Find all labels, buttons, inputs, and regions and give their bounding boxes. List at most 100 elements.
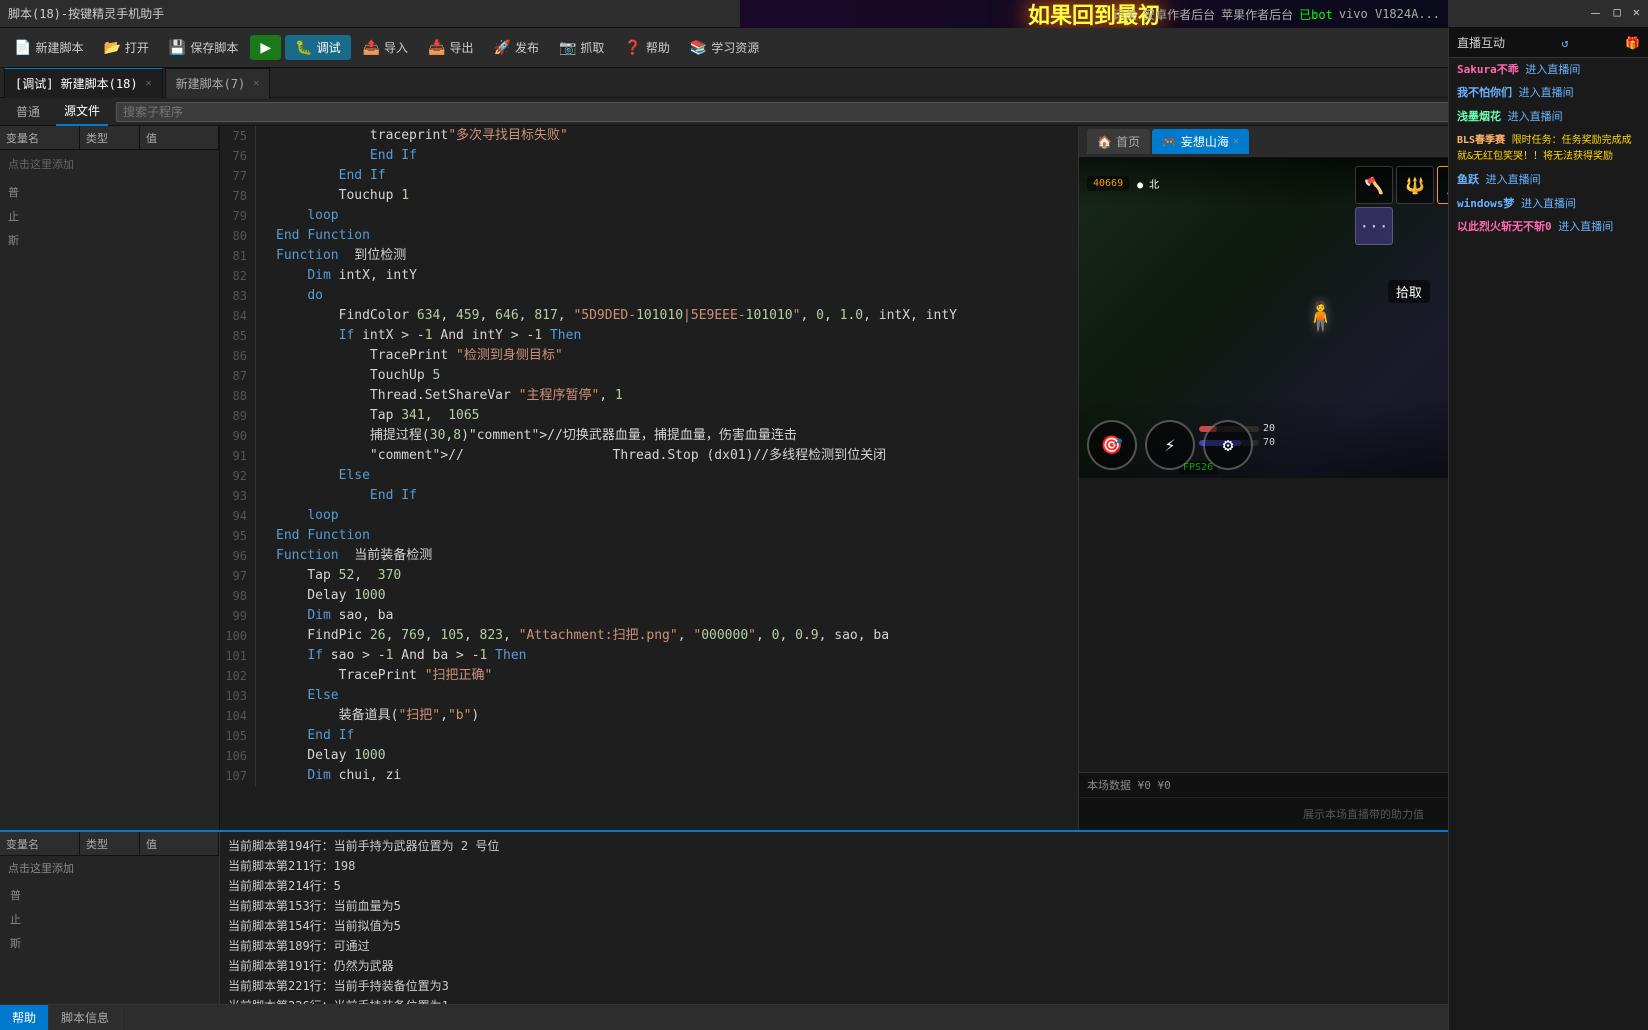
line-code-85[interactable]: If intX > -1 And intY > -1 Then	[272, 326, 1078, 346]
debug-button[interactable]: 🐛 调试	[285, 35, 350, 60]
tab-2[interactable]: 新建脚本(7) ✕	[165, 68, 271, 98]
lsb-2[interactable]: 斯	[4, 932, 215, 954]
lsb-0[interactable]: 普	[4, 884, 215, 906]
line-code-98[interactable]: Delay 1000	[272, 586, 1078, 606]
sub-tab-normal[interactable]: 普通	[8, 98, 48, 126]
line-code-101[interactable]: If sao > -1 And ba > -1 Then	[272, 646, 1078, 666]
code-line-83: 83 do	[220, 286, 1078, 306]
game-action-1[interactable]: ⚡	[1145, 420, 1195, 470]
line-code-86[interactable]: TracePrint "检测到身侧目标"	[272, 346, 1078, 366]
maximize-icon[interactable]: □	[1614, 5, 1621, 22]
close-icon[interactable]: ✕	[1633, 5, 1640, 22]
bottom-tab-help[interactable]: 帮助	[0, 1005, 49, 1030]
side-label-2[interactable]: 斯	[4, 230, 215, 250]
line-number-88: 88	[220, 386, 256, 406]
line-code-107[interactable]: Dim chui, zi	[272, 766, 1078, 786]
line-code-105[interactable]: End If	[272, 726, 1078, 746]
search-program-input[interactable]	[116, 102, 1640, 122]
game-action-2[interactable]: ⚙	[1203, 420, 1253, 470]
line-code-79[interactable]: loop	[272, 206, 1078, 226]
bottom-tab-info[interactable]: 脚本信息	[49, 1005, 122, 1030]
line-code-90[interactable]: 捕提过程(30,8)"comment">//切换武器血量，捕提血量，伤害血量连击	[272, 426, 1078, 446]
game-tab-game[interactable]: 🎮 妄想山海 ✕	[1152, 129, 1249, 154]
line-code-99[interactable]: Dim sao, ba	[272, 606, 1078, 626]
import-button[interactable]: 📥 导出	[420, 35, 481, 60]
run-button[interactable]: ▶	[250, 35, 281, 60]
line-code-91[interactable]: "comment">// Thread.Stop (dx01)//多线程检测到位…	[272, 446, 1078, 466]
tab-2-close[interactable]: ✕	[253, 78, 259, 89]
capture-button[interactable]: 📷 抓取	[551, 35, 612, 60]
line-code-88[interactable]: Thread.SetShareVar "主程序暂停", 1	[272, 386, 1078, 406]
sc-text-4[interactable]: 进入直播间	[1486, 173, 1541, 186]
export-button[interactable]: 📤 导入	[355, 35, 416, 60]
line-code-83[interactable]: do	[272, 286, 1078, 306]
game-tab-close[interactable]: ✕	[1233, 136, 1239, 147]
line-code-80[interactable]: End Function	[272, 226, 1078, 246]
inv-slot-0[interactable]: 🪓	[1355, 166, 1393, 204]
save-icon: 💾	[169, 39, 186, 56]
line-number-96: 96	[220, 546, 256, 566]
line-code-84[interactable]: FindColor 634, 459, 646, 817, "5D9DED-10…	[272, 306, 1078, 326]
line-code-81[interactable]: Function 到位检测	[272, 246, 1078, 266]
line-code-92[interactable]: Else	[272, 466, 1078, 486]
tab-1-close[interactable]: ✕	[146, 78, 152, 89]
banner-icons: 讯关 安卓作者后台 苹果作者后台 已bot vivo V1824A...	[1113, 6, 1440, 23]
game-action-0[interactable]: 🎯	[1087, 420, 1137, 470]
line-number-94: 94	[220, 506, 256, 526]
line-number-101: 101	[220, 646, 256, 666]
inv-slot-5[interactable]: ···	[1355, 207, 1393, 245]
help-button[interactable]: ❓ 帮助	[616, 35, 677, 60]
line-code-100[interactable]: FindPic 26, 769, 105, 823, "Attachment:扫…	[272, 626, 1078, 646]
open-button[interactable]: 📂 打开	[95, 35, 156, 60]
line-code-102[interactable]: TracePrint "扫把正确"	[272, 666, 1078, 686]
banner-icon-3: 已bot	[1299, 6, 1333, 23]
line-code-75[interactable]: traceprint"多次寻找目标失败"	[272, 126, 1078, 146]
new-script-button[interactable]: 📄 新建脚本	[6, 35, 91, 60]
add-var-hint[interactable]: 点击这里添加	[0, 150, 219, 178]
line-code-97[interactable]: Tap 52, 370	[272, 566, 1078, 586]
line-number-99: 99	[220, 606, 256, 626]
line-code-89[interactable]: Tap 341, 1065	[272, 406, 1078, 426]
side-label-1[interactable]: 止	[4, 206, 215, 226]
bottom-left-panel: 变量名 类型 值 点击这里添加 普 止 斯	[0, 832, 220, 1004]
line-code-106[interactable]: Delay 1000	[272, 746, 1078, 766]
lsb-1[interactable]: 止	[4, 908, 215, 930]
line-code-77[interactable]: End If	[272, 166, 1078, 186]
line-code-93[interactable]: End If	[272, 486, 1078, 506]
save-button[interactable]: 💾 保存脚本	[161, 35, 246, 60]
bl-col-name: 变量名	[0, 832, 80, 855]
line-code-104[interactable]: 装备道具("扫把","b")	[272, 706, 1078, 726]
line-number-97: 97	[220, 566, 256, 586]
game-window-tabs: 🏠 首页 🎮 妄想山海 ✕	[1087, 129, 1249, 154]
code-editor[interactable]: 75 traceprint"多次寻找目标失败" 76 End If 77 End…	[220, 126, 1078, 830]
code-line-102: 102 TracePrint "扫把正确"	[220, 666, 1078, 686]
line-code-82[interactable]: Dim intX, intY	[272, 266, 1078, 286]
side-label-0[interactable]: 普	[4, 182, 215, 202]
line-code-76[interactable]: End If	[272, 146, 1078, 166]
publish-button[interactable]: 🚀 发布	[486, 35, 547, 60]
sub-tab-source[interactable]: 源文件	[56, 98, 108, 126]
minimize-icon[interactable]: －	[1590, 5, 1602, 22]
line-code-96[interactable]: Function 当前装备检测	[272, 546, 1078, 566]
editor-and-right: 变量名 类型 值 点击这里添加 普 止 斯 75	[0, 126, 1648, 830]
bl-col-val: 值	[140, 832, 219, 855]
capture-icon: 📷	[559, 39, 576, 56]
tab-1[interactable]: [调试] 新建脚本(18) ✕	[4, 68, 163, 98]
line-code-94[interactable]: loop	[272, 506, 1078, 526]
inv-slot-1[interactable]: 🔱	[1396, 166, 1434, 204]
code-line-85: 85 If intX > -1 And intY > -1 Then	[220, 326, 1078, 346]
add-var-button[interactable]: 点击这里添加	[0, 856, 219, 880]
line-code-95[interactable]: End Function	[272, 526, 1078, 546]
line-code-87[interactable]: TouchUp 5	[272, 366, 1078, 386]
resources-icon: 📚	[690, 39, 707, 56]
resources-button[interactable]: 📚 学习资源	[682, 35, 767, 60]
sc-text-5[interactable]: 进入直播间	[1521, 197, 1576, 210]
code-line-94: 94 loop	[220, 506, 1078, 526]
line-code-103[interactable]: Else	[272, 686, 1078, 706]
player-character: 🧍	[1305, 286, 1335, 346]
code-line-97: 97 Tap 52, 370	[220, 566, 1078, 586]
line-number-82: 82	[220, 266, 256, 286]
sc-text-6[interactable]: 进入直播间	[1558, 220, 1613, 233]
game-tab-home[interactable]: 🏠 首页	[1087, 129, 1150, 154]
line-code-78[interactable]: Touchup 1	[272, 186, 1078, 206]
